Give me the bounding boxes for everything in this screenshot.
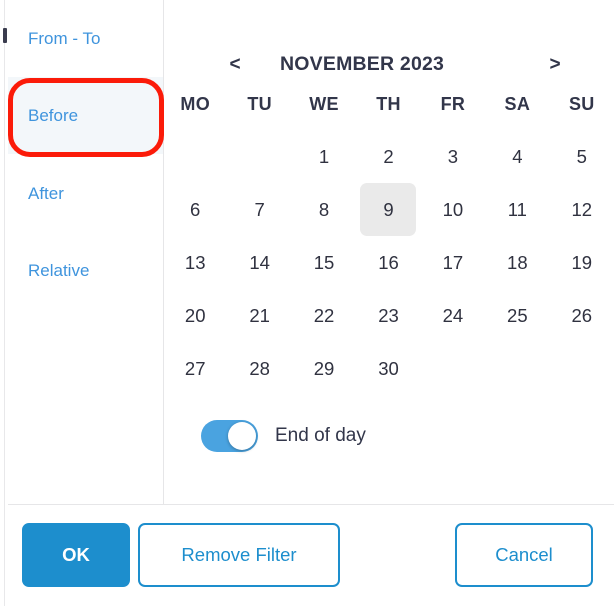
calendar-day-label: 16 bbox=[378, 251, 399, 273]
calendar-day-10[interactable]: 10 bbox=[421, 183, 485, 236]
left-scroll-thumb[interactable] bbox=[3, 28, 7, 43]
calendar-day-22[interactable]: 22 bbox=[292, 289, 356, 342]
weekday-label-we: WE bbox=[309, 94, 339, 114]
date-filter-dialog: From - To Before After Relative < NOVEMB… bbox=[0, 0, 614, 606]
end-of-day-toggle[interactable] bbox=[201, 420, 258, 452]
sidebar-item-after[interactable]: After bbox=[8, 155, 163, 232]
sidebar-item-relative[interactable]: Relative bbox=[8, 232, 163, 309]
weekday-label-su: SU bbox=[568, 94, 595, 114]
calendar-day-label: 27 bbox=[184, 357, 206, 379]
calendar-day-label: 20 bbox=[184, 304, 206, 326]
remove-filter-button[interactable]: Remove Filter bbox=[138, 523, 340, 587]
calendar-day-label: 30 bbox=[378, 357, 399, 379]
calendar-day-11[interactable]: 11 bbox=[485, 183, 549, 236]
weekday-label-mo: MO bbox=[180, 94, 211, 114]
calendar-day-label: 21 bbox=[249, 304, 270, 326]
calendar-day-empty bbox=[227, 130, 291, 183]
calendar-day-label: 23 bbox=[378, 304, 399, 326]
weekday-label-sa: SA bbox=[504, 94, 531, 114]
dialog-footer: OK Remove Filter Cancel bbox=[8, 505, 614, 606]
calendar-day-6[interactable]: 6 bbox=[163, 183, 227, 236]
calendar-day-label: 28 bbox=[249, 357, 270, 379]
calendar-panel: < NOVEMBER 2023 > MO TU WE TH FR SA SU 1… bbox=[163, 0, 614, 504]
calendar-day-12[interactable]: 12 bbox=[550, 183, 614, 236]
calendar-title: NOVEMBER 2023 bbox=[280, 52, 445, 75]
calendar-day-15[interactable]: 15 bbox=[292, 236, 356, 289]
calendar-day-label: 2 bbox=[383, 145, 394, 167]
calendar-day-9[interactable]: 9 bbox=[356, 183, 420, 236]
toggle-knob bbox=[228, 422, 256, 450]
ok-button[interactable]: OK bbox=[22, 523, 130, 587]
calendar-day-3[interactable]: 3 bbox=[421, 130, 485, 183]
sidebar-item-label: From - To bbox=[28, 28, 101, 48]
next-month-icon[interactable]: > bbox=[528, 55, 582, 74]
sidebar-item-from-to[interactable]: From - To bbox=[8, 0, 163, 77]
sidebar-item-label: Before bbox=[28, 105, 79, 125]
calendar-day-label: 1 bbox=[318, 145, 330, 167]
calendar-day-label: 7 bbox=[254, 198, 265, 220]
calendar-day-label: 25 bbox=[507, 304, 528, 326]
sidebar-item-before[interactable]: Before bbox=[8, 77, 163, 154]
dialog-panel: From - To Before After Relative < NOVEMB… bbox=[8, 0, 614, 606]
calendar-day-label: 10 bbox=[442, 198, 464, 220]
calendar-day-label: 6 bbox=[190, 198, 201, 220]
calendar-day-empty bbox=[163, 130, 227, 183]
calendar-day-16[interactable]: 16 bbox=[356, 236, 420, 289]
calendar-day-13[interactable]: 13 bbox=[163, 236, 227, 289]
weekday-label-fr: FR bbox=[440, 94, 466, 114]
calendar-day-label: 9 bbox=[360, 183, 417, 236]
calendar-day-label: 17 bbox=[442, 251, 464, 273]
calendar-day-label: 14 bbox=[249, 251, 270, 273]
calendar-day-25[interactable]: 25 bbox=[485, 289, 549, 342]
calendar-day-4[interactable]: 4 bbox=[485, 130, 549, 183]
calendar-day-2[interactable]: 2 bbox=[356, 130, 420, 183]
calendar-day-label: 5 bbox=[576, 145, 587, 167]
previous-month-icon[interactable]: < bbox=[208, 55, 262, 74]
calendar-day-label: 18 bbox=[507, 251, 528, 273]
calendar-day-30[interactable]: 30 bbox=[356, 342, 420, 395]
calendar-day-20[interactable]: 20 bbox=[163, 289, 227, 342]
calendar-day-5[interactable]: 5 bbox=[550, 130, 614, 183]
calendar-day-8[interactable]: 8 bbox=[292, 183, 356, 236]
calendar-day-label: 13 bbox=[184, 251, 206, 273]
calendar-day-28[interactable]: 28 bbox=[227, 342, 291, 395]
sidebar-item-label: Relative bbox=[28, 260, 90, 280]
calendar-day-label: 8 bbox=[318, 198, 330, 220]
calendar-day-label: 15 bbox=[313, 251, 335, 273]
calendar-day-24[interactable]: 24 bbox=[421, 289, 485, 342]
calendar-day-7[interactable]: 7 bbox=[227, 183, 291, 236]
calendar-day-18[interactable]: 18 bbox=[485, 236, 549, 289]
calendar-day-label: 4 bbox=[512, 145, 523, 167]
calendar-day-grid: 1 2 3 4 5 6 7 8 9 10 11 12 13 14 15 16 17 18 19 20 21 22 23 24 2… bbox=[163, 130, 614, 395]
cancel-button[interactable]: Cancel bbox=[455, 523, 593, 587]
weekday-label-th: TH bbox=[376, 94, 401, 114]
calendar-day-14[interactable]: 14 bbox=[227, 236, 291, 289]
calendar-day-29[interactable]: 29 bbox=[292, 342, 356, 395]
calendar-day-21[interactable]: 21 bbox=[227, 289, 291, 342]
calendar-day-label: 22 bbox=[313, 304, 335, 326]
filter-mode-sidebar: From - To Before After Relative bbox=[8, 0, 163, 504]
calendar-header: < NOVEMBER 2023 > bbox=[163, 46, 614, 82]
calendar-day-label: 12 bbox=[571, 198, 593, 220]
end-of-day-label: End of day bbox=[275, 425, 366, 446]
left-scroll-rail bbox=[4, 0, 5, 606]
calendar-day-1[interactable]: 1 bbox=[292, 130, 356, 183]
calendar-day-label: 26 bbox=[571, 304, 593, 326]
calendar-day-27[interactable]: 27 bbox=[163, 342, 227, 395]
end-of-day-row: End of day bbox=[201, 420, 366, 452]
calendar-day-label: 24 bbox=[442, 304, 464, 326]
calendar-day-23[interactable]: 23 bbox=[356, 289, 420, 342]
calendar-day-label: 3 bbox=[447, 145, 459, 167]
sidebar-item-label: After bbox=[28, 183, 64, 203]
calendar-day-26[interactable]: 26 bbox=[550, 289, 614, 342]
weekday-label-tu: TU bbox=[247, 94, 272, 114]
weekday-header-row: MO TU WE TH FR SA SU bbox=[163, 94, 614, 115]
calendar-day-label: 11 bbox=[507, 198, 527, 220]
calendar-day-label: 29 bbox=[313, 357, 335, 379]
calendar-day-17[interactable]: 17 bbox=[421, 236, 485, 289]
calendar-day-label: 19 bbox=[571, 251, 593, 273]
calendar-day-19[interactable]: 19 bbox=[550, 236, 614, 289]
